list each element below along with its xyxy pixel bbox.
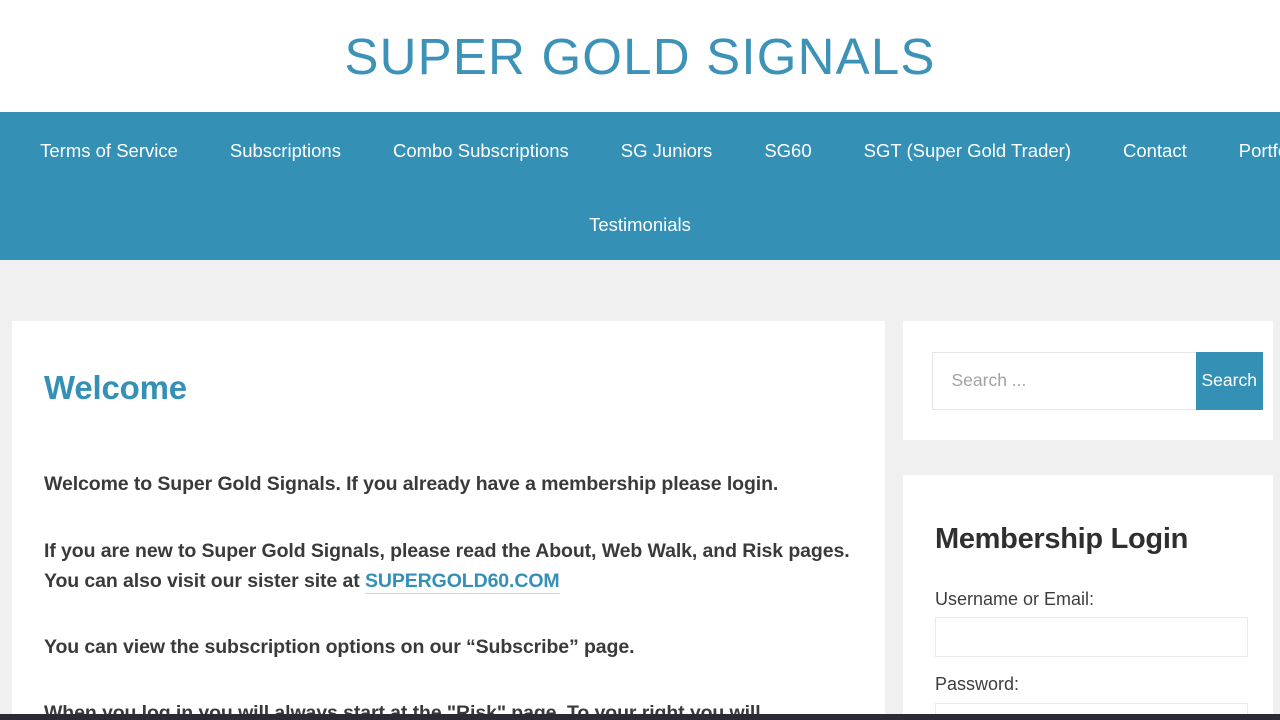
nav-item-risk[interactable]: Risk bbox=[0, 142, 14, 161]
paragraph-new-visitors: If you are new to Super Gold Signals, pl… bbox=[44, 536, 853, 596]
nav-row-secondary: Testimonials bbox=[0, 191, 1280, 260]
page-title: Welcome bbox=[44, 369, 187, 406]
search-widget: Search bbox=[903, 321, 1273, 440]
search-button[interactable]: Search bbox=[1195, 351, 1263, 410]
nav-item-portfolios[interactable]: Portfolios bbox=[1213, 142, 1280, 161]
nav-item-subscriptions[interactable]: Subscriptions bbox=[204, 142, 367, 161]
paragraph-subscription-options: You can view the subscription options on… bbox=[44, 635, 635, 658]
window-bottom-edge bbox=[0, 714, 1280, 720]
nav-item-contact[interactable]: Contact bbox=[1097, 142, 1213, 161]
paragraph-welcome: Welcome to Super Gold Signals. If you al… bbox=[44, 473, 779, 496]
nav-row-primary: Risk Terms of Service Subscriptions Comb… bbox=[0, 112, 1280, 191]
nav-item-testimonials[interactable]: Testimonials bbox=[563, 216, 717, 235]
sidebar: Search Membership Login Username or Emai… bbox=[903, 321, 1273, 720]
search-input[interactable] bbox=[931, 351, 1196, 410]
password-label: Password: bbox=[935, 674, 1020, 695]
page-body: Welcome Welcome to Super Gold Signals. I… bbox=[0, 260, 1280, 720]
nav-item-sg-juniors[interactable]: SG Juniors bbox=[595, 142, 739, 161]
membership-login-widget: Membership Login Username or Email: Pass… bbox=[903, 475, 1273, 720]
nav-item-combo-subscriptions[interactable]: Combo Subscriptions bbox=[367, 142, 595, 161]
membership-login-title: Membership Login bbox=[935, 523, 1188, 555]
main-content-card: Welcome Welcome to Super Gold Signals. I… bbox=[12, 321, 885, 720]
site-title: SUPER GOLD SIGNALS bbox=[344, 27, 936, 85]
supergold60-link[interactable]: SUPERGOLD60.COM bbox=[364, 569, 560, 594]
nav-item-sgt[interactable]: SGT (Super Gold Trader) bbox=[838, 142, 1097, 161]
browser-page: SUPER GOLD SIGNALS Risk Terms of Service… bbox=[0, 0, 1280, 720]
username-label: Username or Email: bbox=[935, 588, 1095, 609]
search-form: Search bbox=[931, 351, 1263, 410]
username-field-block: Username or Email: bbox=[935, 588, 1248, 658]
article-body: Welcome to Super Gold Signals. If you al… bbox=[44, 469, 853, 720]
nav-item-terms-of-service[interactable]: Terms of Service bbox=[14, 142, 204, 161]
username-input[interactable] bbox=[935, 617, 1248, 658]
site-header: SUPER GOLD SIGNALS bbox=[0, 0, 1280, 112]
nav-item-sg60[interactable]: SG60 bbox=[738, 142, 837, 161]
main-navigation: Risk Terms of Service Subscriptions Comb… bbox=[0, 112, 1280, 260]
